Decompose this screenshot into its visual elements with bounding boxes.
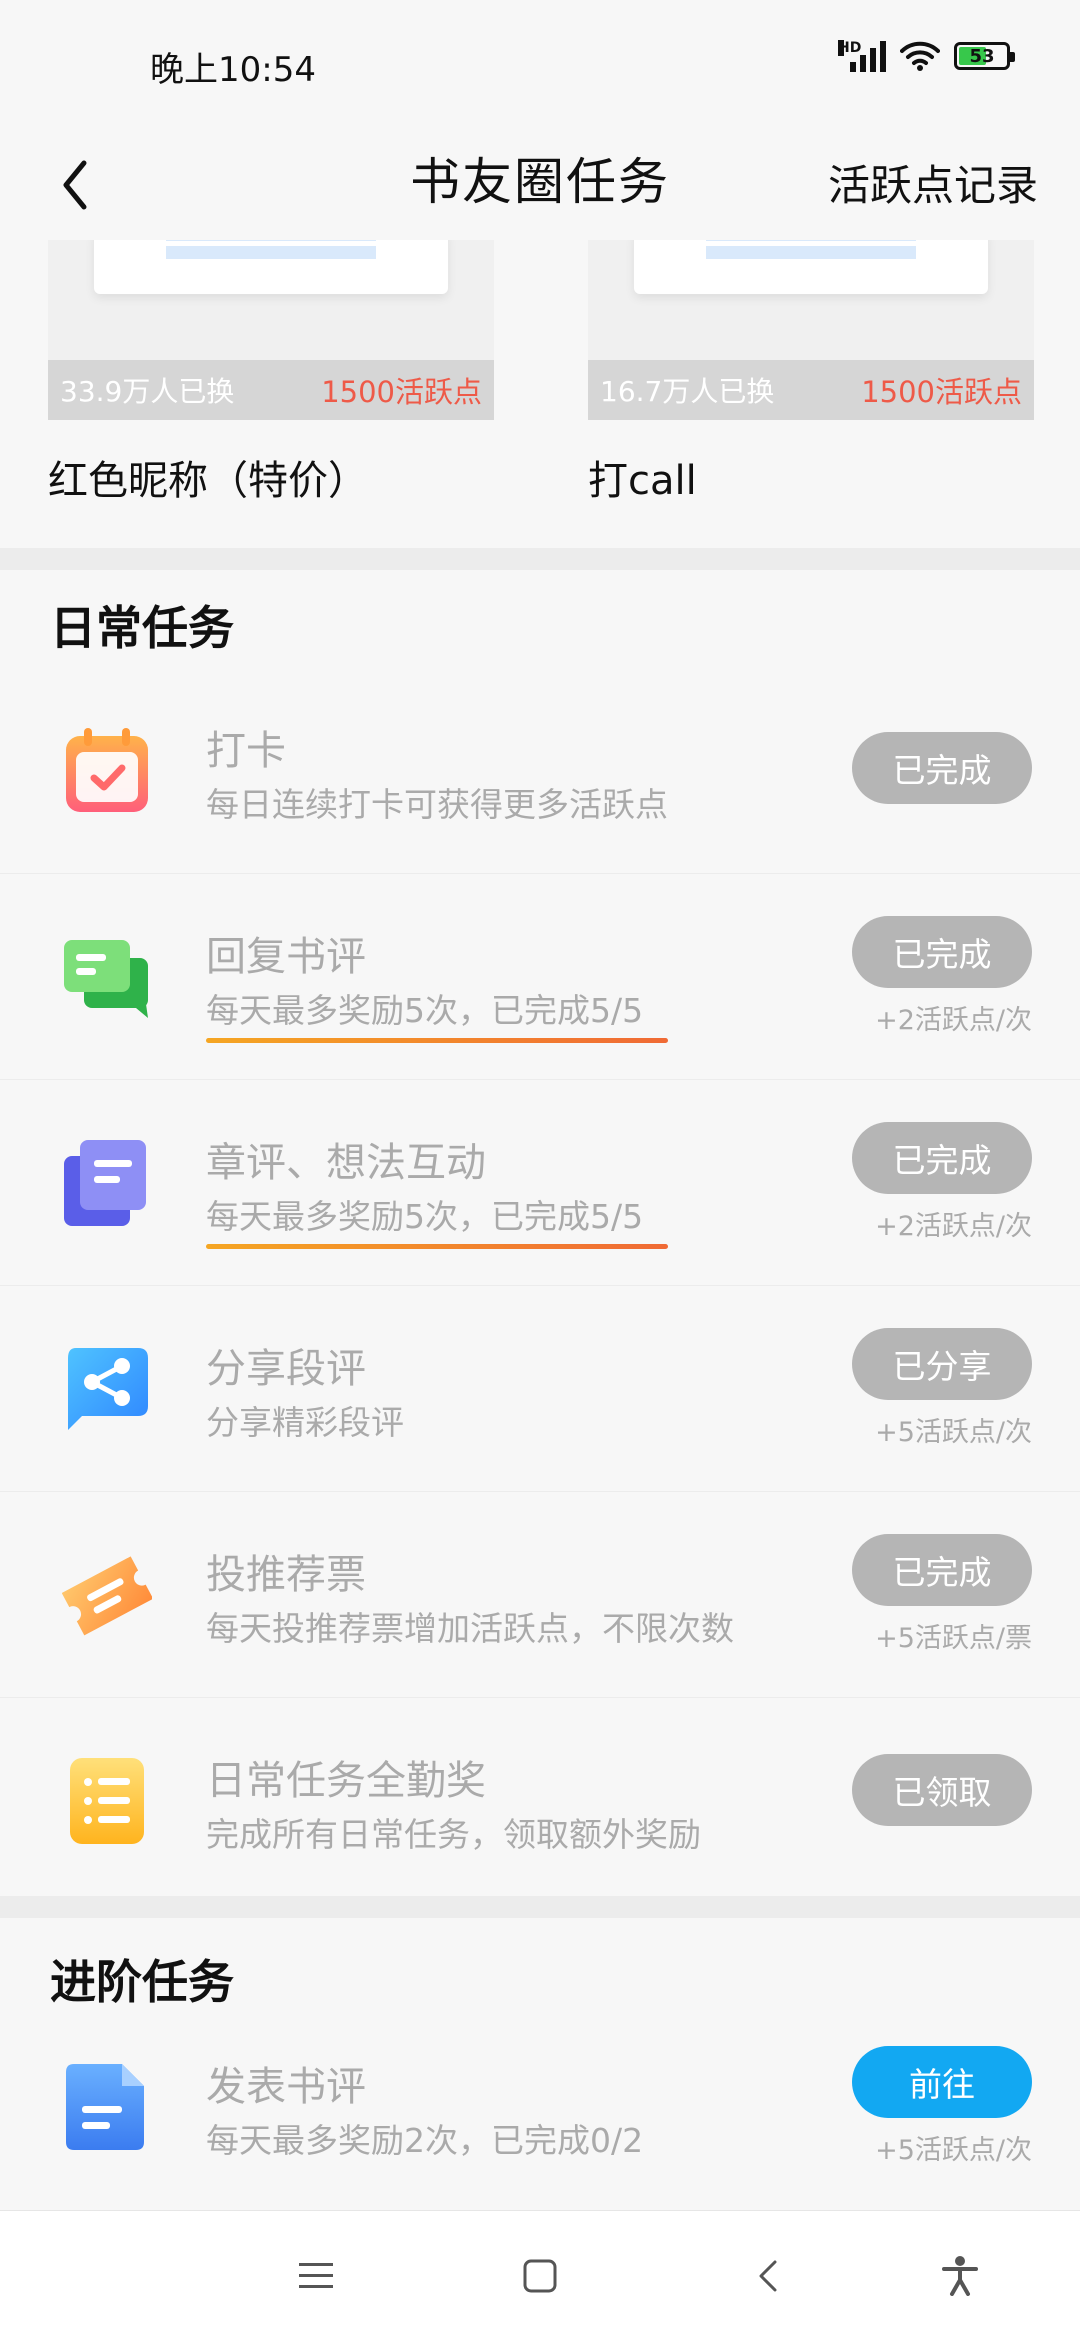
signal-icon: HD [838, 40, 886, 72]
task-row-post-review: 发表书评 每天最多奖励2次，已完成0/2 前往 +5活跃点/次 [0, 2004, 1080, 2210]
menu-button[interactable] [286, 2246, 346, 2306]
exchange-cost: 1500活跃点 [321, 375, 482, 409]
task-row-share: 分享段评 分享精彩段评 已分享 +5活跃点/次 [0, 1286, 1080, 1492]
menu-icon [299, 2263, 333, 2288]
activity-record-link[interactable]: 活跃点记录 [828, 152, 1038, 213]
task-status-button[interactable]: 已完成 [852, 1122, 1032, 1194]
task-status-button[interactable]: 已分享 [852, 1328, 1032, 1400]
task-title: 回复书评 [206, 934, 366, 980]
section-title: 进阶任务 [50, 1955, 234, 2009]
task-reward: +5活跃点/次 [875, 1417, 1032, 1448]
exchange-card[interactable]: 16.7万人已换 1500活跃点 打call [588, 240, 1034, 506]
task-row-full-attendance: 日常任务全勤奖 完成所有日常任务，领取额外奖励 已领取 [0, 1698, 1080, 1904]
task-title: 章评、想法互动 [206, 1140, 486, 1186]
battery-icon: 53 [954, 42, 1015, 70]
task-description: 完成所有日常任务，领取额外奖励 [206, 1815, 701, 1854]
wifi-icon [900, 41, 940, 71]
task-reward: +5活跃点/次 [875, 2135, 1032, 2166]
exchange-count: 33.9万人已换 [60, 375, 235, 408]
accessibility-button[interactable] [930, 2246, 990, 2306]
task-description: 每日连续打卡可获得更多活跃点 [206, 785, 668, 824]
task-title: 发表书评 [206, 2064, 366, 2110]
task-row-reply-review: 回复书评 每天最多奖励5次，已完成5/5 已完成 +2活跃点/次 [0, 874, 1080, 1080]
exchange-thumbnail [48, 240, 494, 360]
accessibility-icon [942, 2256, 978, 2296]
task-description: 每天投推荐票增加活跃点，不限次数 [206, 1609, 734, 1648]
chat-bubbles-icon [64, 940, 148, 1018]
calendar-check-icon [66, 728, 148, 812]
daily-task-section: 日常任务 打卡 每日连续打卡可获得更多活跃点 已完成 回复书评 每天最多奖励5次… [0, 570, 1080, 1896]
advanced-task-section: 进阶任务 发表书评 每天最多奖励2次，已完成0/2 前往 +5活跃点/次 [0, 1918, 1080, 2210]
task-status-button[interactable]: 已完成 [852, 916, 1032, 988]
task-description: 每天最多奖励2次，已完成0/2 [206, 2121, 644, 2160]
task-reward: +2活跃点/次 [875, 1005, 1032, 1036]
task-status-button[interactable]: 已完成 [852, 732, 1032, 804]
task-row-checkin: 打卡 每日连续打卡可获得更多活跃点 已完成 [0, 668, 1080, 874]
exchange-thumbnail [588, 240, 1034, 360]
section-divider [0, 1896, 1080, 1918]
task-description: 每天最多奖励5次，已完成5/5 [206, 991, 644, 1030]
home-button[interactable] [510, 2246, 570, 2306]
section-title: 日常任务 [50, 601, 234, 655]
share-icon [68, 1348, 148, 1430]
task-title: 分享段评 [206, 1346, 366, 1392]
exchange-strip: 16.7万人已换 1500活跃点 [588, 360, 1034, 420]
exchange-name: 打call [588, 458, 697, 504]
go-button[interactable]: 前往 [852, 2046, 1032, 2118]
exchange-count: 16.7万人已换 [600, 375, 775, 408]
document-icon [66, 2064, 144, 2150]
task-description: 每天最多奖励5次，已完成5/5 [206, 1197, 644, 1236]
section-divider [0, 548, 1080, 570]
exchange-name: 红色昵称（特价） [48, 458, 368, 504]
task-title: 打卡 [206, 728, 286, 774]
task-description: 分享精彩段评 [206, 1403, 404, 1442]
back-triangle-icon [759, 2260, 777, 2292]
battery-level: 53 [969, 45, 995, 67]
progress-underline [206, 1038, 668, 1043]
home-square-icon [523, 2259, 557, 2293]
task-row-vote: 投推荐票 每天投推荐票增加活跃点，不限次数 已完成 +5活跃点/票 [0, 1492, 1080, 1698]
system-nav-bar [0, 2210, 1080, 2340]
status-icons: HD 53 [838, 40, 1015, 72]
exchange-cost: 1500活跃点 [861, 375, 1022, 409]
status-bar: 晚上10:54 HD 53 [0, 0, 1080, 130]
task-reward: +2活跃点/次 [875, 1211, 1032, 1242]
stacked-cards-icon [64, 1140, 146, 1226]
progress-underline [206, 1244, 668, 1249]
title-bar: 书友圈任务 活跃点记录 [0, 130, 1080, 240]
list-icon [70, 1758, 144, 1844]
exchange-section: 33.9万人已换 1500活跃点 红色昵称（特价） 16.7万人已换 1500活… [0, 240, 1080, 548]
ticket-icon [62, 1556, 152, 1636]
exchange-card[interactable]: 33.9万人已换 1500活跃点 红色昵称（特价） [48, 240, 494, 506]
task-reward: +5活跃点/票 [875, 1623, 1032, 1654]
status-time: 晚上10:54 [150, 50, 316, 90]
task-status-button[interactable]: 已领取 [852, 1754, 1032, 1826]
task-title: 日常任务全勤奖 [206, 1758, 486, 1804]
task-status-button[interactable]: 已完成 [852, 1534, 1032, 1606]
exchange-strip: 33.9万人已换 1500活跃点 [48, 360, 494, 420]
task-row-chapter-interact: 章评、想法互动 每天最多奖励5次，已完成5/5 已完成 +2活跃点/次 [0, 1080, 1080, 1286]
task-title: 投推荐票 [206, 1552, 366, 1598]
nav-back-button[interactable] [738, 2246, 798, 2306]
